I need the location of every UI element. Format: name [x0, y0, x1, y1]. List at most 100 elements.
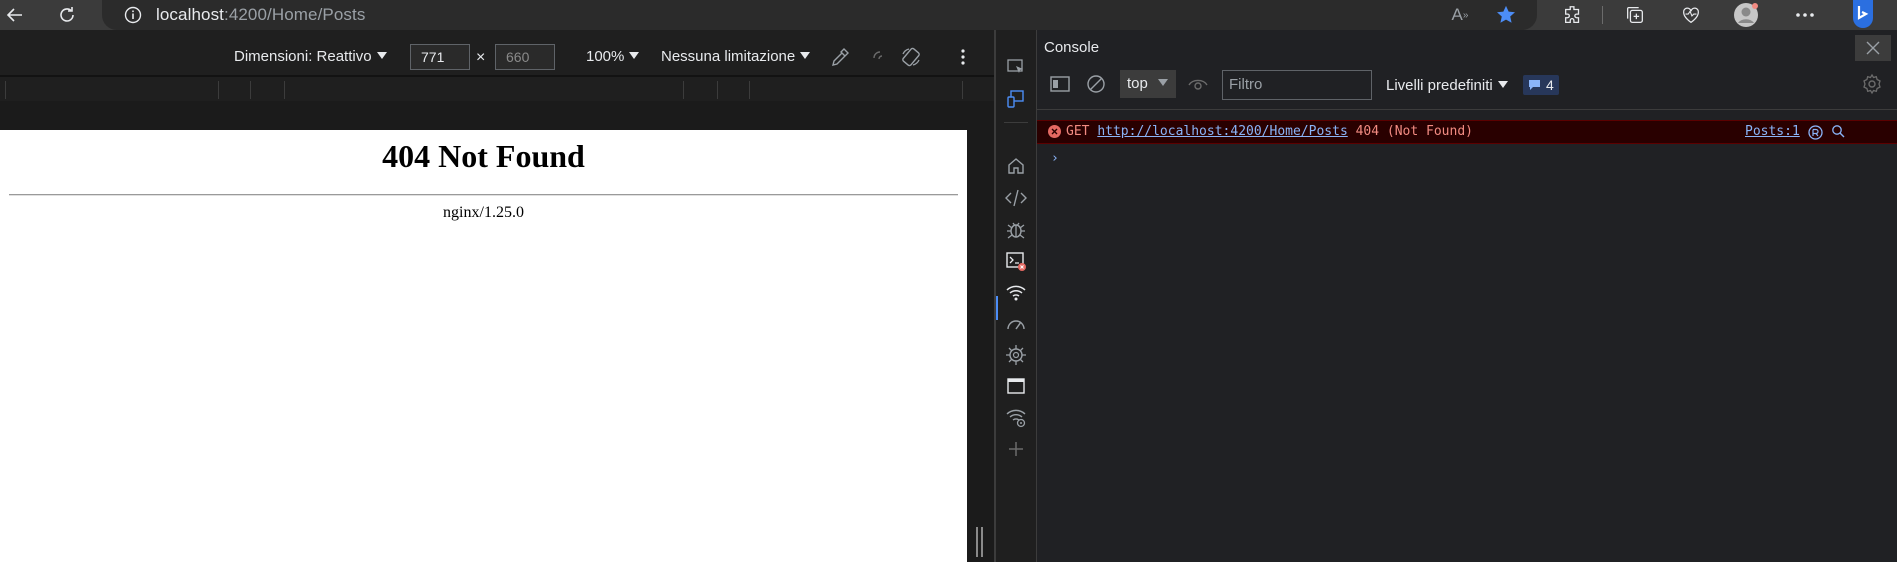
media-query-bar[interactable] — [0, 75, 994, 101]
network-wifi-icon[interactable] — [1005, 282, 1027, 304]
issues-counter[interactable]: 4 — [1523, 75, 1559, 95]
console-panel: Console top Filtro Livelli predefiniti 4… — [1036, 30, 1897, 562]
error-source-link[interactable]: Posts:1 — [1745, 124, 1800, 139]
issues-count: 4 — [1546, 77, 1554, 93]
read-aloud-icon[interactable]: A» — [1447, 2, 1473, 28]
media-query-segment[interactable] — [284, 81, 285, 99]
copilot-icon[interactable] — [1846, 0, 1880, 30]
profile-icon[interactable] — [1733, 2, 1759, 28]
error-method: GET — [1066, 124, 1090, 139]
device-emulation-icon[interactable] — [1005, 88, 1027, 110]
favorite-star-icon[interactable] — [1493, 2, 1519, 28]
chevron-down-icon — [800, 52, 811, 59]
url-host: localhost — [156, 5, 224, 24]
sensors-icon[interactable] — [868, 46, 890, 68]
inspect-icon[interactable] — [1005, 56, 1027, 78]
error-url-link[interactable]: http://localhost:4200/Home/Posts — [1097, 124, 1347, 139]
filter-input[interactable]: Filtro — [1222, 70, 1372, 100]
active-tab-indicator — [996, 296, 998, 320]
console-error-message[interactable]: GET http://localhost:4200/Home/Posts 404… — [1037, 120, 1897, 144]
welcome-home-icon[interactable] — [1005, 155, 1027, 177]
throttling-dropdown[interactable]: Nessuna limitazione — [661, 48, 811, 65]
back-icon[interactable] — [2, 2, 28, 28]
media-query-segment[interactable] — [962, 81, 963, 99]
zoom-dropdown[interactable]: 100% — [586, 48, 640, 65]
viewport-gutter — [967, 130, 994, 562]
sidebar-toggle-icon[interactable] — [1047, 71, 1073, 97]
error-text: GET http://localhost:4200/Home/Posts 404… — [1066, 124, 1473, 139]
clear-console-icon[interactable] — [1083, 71, 1109, 97]
zoom-label: 100% — [586, 48, 625, 65]
height-value: 660 — [506, 49, 530, 65]
more-icon[interactable] — [1792, 2, 1818, 28]
info-icon[interactable] — [124, 6, 142, 24]
page-heading: 404 Not Found — [382, 138, 585, 174]
console-title-bar: Console — [1037, 30, 1897, 61]
memory-chip-icon[interactable] — [1005, 344, 1027, 366]
console-prompt[interactable]: › — [1051, 151, 1059, 166]
dimensions-label: Dimensioni: Reattivo — [234, 48, 372, 65]
eyedropper-icon[interactable] — [829, 46, 851, 68]
url-text[interactable]: localhost:4200/Home/Posts — [156, 5, 365, 25]
search-issue-icon[interactable] — [1830, 123, 1846, 139]
dimensions-dropdown[interactable]: Dimensioni: Reattivo — [234, 48, 387, 65]
network-request-icon[interactable] — [1807, 124, 1823, 140]
settings-gear-icon[interactable] — [1859, 71, 1885, 97]
rotate-icon[interactable] — [899, 45, 923, 69]
resize-handle[interactable] — [975, 527, 985, 557]
chevron-down-icon — [1157, 79, 1168, 86]
media-query-segment[interactable] — [749, 81, 750, 99]
context-select[interactable]: top — [1120, 70, 1176, 98]
browser-toolbar: localhost:4200/Home/Posts A» — [0, 0, 1897, 30]
filter-placeholder: Filtro — [1229, 76, 1263, 93]
width-input[interactable]: 771 — [410, 44, 470, 70]
error-icon — [1048, 125, 1061, 138]
context-value: top — [1127, 75, 1148, 92]
console-icon[interactable] — [1005, 250, 1027, 272]
extensions-icon[interactable] — [1560, 2, 1586, 28]
sources-bug-icon[interactable] — [1005, 219, 1027, 241]
read-aloud-label: A — [1451, 5, 1463, 24]
device-toolbar: Dimensioni: Reattivo 771 × 660 100% Ness… — [0, 30, 994, 75]
media-query-segment[interactable] — [250, 81, 251, 99]
page-divider — [9, 194, 958, 196]
media-query-segment[interactable] — [717, 81, 718, 99]
chevron-down-icon — [1497, 81, 1508, 88]
media-query-segment[interactable] — [5, 81, 6, 99]
device-more-icon[interactable] — [952, 45, 974, 69]
toolbar-separator — [1602, 6, 1603, 24]
server-signature: nginx/1.25.0 — [443, 204, 524, 221]
media-query-segment[interactable] — [218, 81, 219, 99]
close-icon[interactable] — [1855, 35, 1891, 61]
log-levels-dropdown[interactable]: Livelli predefiniti — [1386, 77, 1508, 94]
add-tool-plus-icon[interactable] — [1005, 438, 1027, 460]
console-divider — [1037, 109, 1897, 110]
chevron-down-icon — [376, 52, 387, 59]
collections-icon[interactable] — [1622, 2, 1648, 28]
devtools-activity-bar — [996, 30, 1036, 562]
address-bar[interactable]: localhost:4200/Home/Posts A» — [102, 0, 1537, 30]
times-text: × — [476, 49, 486, 66]
url-path: :4200/Home/Posts — [224, 5, 366, 24]
performance-gauge-icon[interactable] — [1005, 313, 1027, 335]
viewport-top-margin — [0, 101, 994, 130]
width-value: 771 — [421, 49, 445, 65]
message-icon — [1529, 80, 1540, 90]
activity-separator — [1004, 122, 1028, 123]
reload-icon[interactable] — [54, 2, 80, 28]
console-toolbar: top Filtro Livelli predefiniti 4 — [1037, 66, 1897, 102]
page-viewport: 404 Not Found nginx/1.25.0 — [0, 130, 967, 562]
media-query-segment[interactable] — [683, 81, 684, 99]
height-input[interactable]: 660 — [495, 44, 555, 70]
browser-essentials-icon[interactable] — [1678, 2, 1704, 28]
times-sign: × — [476, 49, 485, 67]
elements-icon[interactable] — [1005, 187, 1027, 209]
network-conditions-icon[interactable] — [1005, 407, 1027, 429]
error-status: 404 (Not Found) — [1355, 124, 1473, 139]
levels-label: Livelli predefiniti — [1386, 77, 1493, 94]
live-expression-eye-icon[interactable] — [1185, 71, 1211, 97]
throttling-label: Nessuna limitazione — [661, 48, 796, 65]
chevron-down-icon — [629, 52, 640, 59]
console-title: Console — [1044, 39, 1100, 56]
application-window-icon[interactable] — [1005, 375, 1027, 397]
